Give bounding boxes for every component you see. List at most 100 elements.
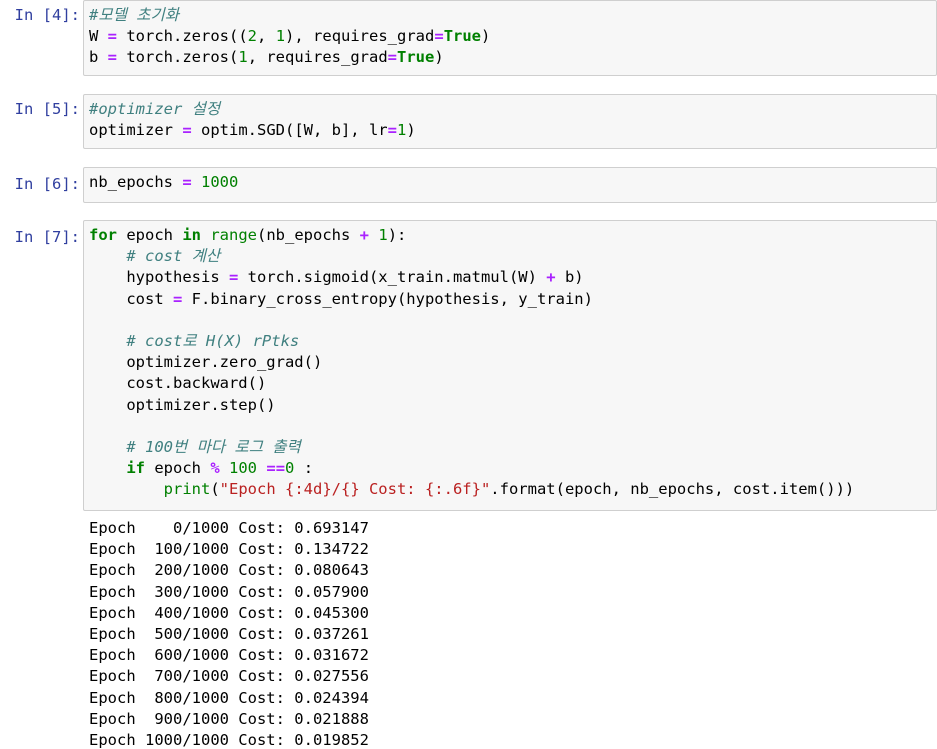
code-token: optimizer.step() <box>89 395 276 414</box>
cell-prompt: In [4]: <box>14 6 80 24</box>
code-token: # 100번 마다 로그 출력 <box>126 437 301 456</box>
code-token: print <box>163 480 211 499</box>
code-input[interactable]: #모델 초기화 W = torch.zeros((2, 1), requires_… <box>83 0 937 76</box>
code-token: = <box>434 27 444 46</box>
code-token: ): <box>387 226 407 244</box>
code-token: True <box>443 27 482 46</box>
code-token: if <box>126 459 145 478</box>
code-input[interactable]: nb_epochs = 1000 <box>83 167 937 203</box>
code-line: #모델 초기화 <box>89 5 931 26</box>
code-token: 1 <box>275 27 286 46</box>
code-token: F.binary_cross_entropy(hypothesis, y_tra… <box>182 289 593 308</box>
code-token: optimizer.zero_grad() <box>89 353 323 372</box>
code-token: = <box>387 48 398 67</box>
code-token: ( <box>210 480 220 499</box>
code-token: b) <box>555 268 584 287</box>
code-line: optimizer = optim.SGD([W, b], lr=1) <box>89 120 931 141</box>
code-token: 1 <box>396 121 407 140</box>
code-token: == <box>266 459 286 478</box>
code-token: # cost 계산 <box>126 247 221 266</box>
code-line: # cost로 H(X) rPtks <box>89 331 931 352</box>
code-token: .format(epoch, nb_epochs, cost.item())) <box>490 480 855 499</box>
code-token: cost <box>89 289 173 308</box>
code-token: epoch <box>117 226 183 244</box>
code-token: 0 <box>285 459 295 478</box>
code-token: = <box>182 173 192 191</box>
code-input[interactable]: #optimizer 설정 optimizer = optim.SGD([W, b… <box>83 94 937 149</box>
code-token: "Epoch {:4d}/{} Cost: {:.6f}" <box>219 480 491 499</box>
code-token: nb_epochs <box>89 173 183 191</box>
code-line: # cost 계산 <box>89 246 931 267</box>
code-input[interactable]: for epoch in range(nb_epochs + 1): # cos… <box>83 220 937 511</box>
code-token: for <box>89 226 117 244</box>
code-token: optim.SGD([W, b], lr <box>191 121 388 140</box>
code-token: 1 <box>238 48 248 67</box>
code-line: W = torch.zeros((2, 1), requires_grad=Tr… <box>89 26 931 47</box>
output-line: Epoch 400/1000 Cost: 0.045300 <box>89 603 369 622</box>
output-line: Epoch 100/1000 Cost: 0.134722 <box>89 540 369 559</box>
code-line: cost = F.binary_cross_entropy(hypothesis… <box>89 289 931 310</box>
cell-prompt: In [7]: <box>14 228 80 246</box>
code-line: # 100번 마다 로그 출력 <box>89 437 931 458</box>
cell-prompt: In [5]: <box>14 100 80 118</box>
code-line: nb_epochs = 1000 <box>89 172 931 193</box>
code-line: b = torch.zeros(1, requires_grad=True) <box>89 47 931 68</box>
code-line: print("Epoch {:4d}/{} Cost: {:.6f}".form… <box>89 479 931 500</box>
code-token: : <box>294 459 314 478</box>
code-token: ), requires_grad <box>285 27 435 46</box>
output-line: Epoch 500/1000 Cost: 0.037261 <box>89 624 369 643</box>
code-token: 100 <box>229 459 258 478</box>
output-line: Epoch 700/1000 Cost: 0.027556 <box>89 667 369 686</box>
code-token: b <box>89 48 108 67</box>
code-token: = <box>107 48 118 67</box>
output-line: Epoch 300/1000 Cost: 0.057900 <box>89 582 369 601</box>
cell-output: Epoch 0/1000 Cost: 0.693147 Epoch 100/100… <box>89 518 937 749</box>
code-line: optimizer.zero_grad() <box>89 352 931 373</box>
output-line: Epoch 800/1000 Cost: 0.024394 <box>89 688 369 707</box>
code-token: W <box>89 27 108 46</box>
code-line: optimizer.step() <box>89 395 931 416</box>
code-token: , <box>257 27 276 46</box>
code-token: 1 <box>378 226 388 244</box>
code-line: cost.backward() <box>89 373 931 394</box>
code-token: True <box>397 48 435 67</box>
code-token: torch.sigmoid(x_train.matmul(W) <box>238 268 547 287</box>
code-token: #optimizer 설정 <box>89 100 221 118</box>
code-token: 2 <box>247 27 258 46</box>
code-token: epoch <box>145 459 211 478</box>
code-token: ) <box>434 48 444 67</box>
code-line: hypothesis = torch.sigmoid(x_train.matmu… <box>89 267 931 288</box>
code-token: , requires_grad <box>247 48 388 67</box>
code-token: hypothesis <box>89 268 229 287</box>
output-line: Epoch 900/1000 Cost: 0.021888 <box>89 709 369 728</box>
code-token: = <box>107 27 118 46</box>
output-line: Epoch 1000/1000 Cost: 0.019852 <box>89 730 369 749</box>
code-token: (nb_epochs <box>257 226 360 244</box>
code-token: in <box>182 226 201 244</box>
code-token: + <box>546 268 556 287</box>
output-line: Epoch 0/1000 Cost: 0.693147 <box>89 519 369 537</box>
code-token: torch.zeros( <box>117 48 239 67</box>
code-line: if epoch % 100 ==0 : <box>89 458 931 479</box>
output-line: Epoch 200/1000 Cost: 0.080643 <box>89 561 369 580</box>
code-token: cost.backward() <box>89 374 267 393</box>
code-token: = <box>228 268 239 287</box>
code-token: = <box>173 289 183 308</box>
code-token: = <box>387 121 397 140</box>
output-line: Epoch 600/1000 Cost: 0.031672 <box>89 646 369 665</box>
code-line: #optimizer 설정 <box>89 99 931 120</box>
code-token: optimizer <box>89 121 183 140</box>
code-line: for epoch in range(nb_epochs + 1): <box>89 225 931 246</box>
code-token: range <box>210 226 258 244</box>
